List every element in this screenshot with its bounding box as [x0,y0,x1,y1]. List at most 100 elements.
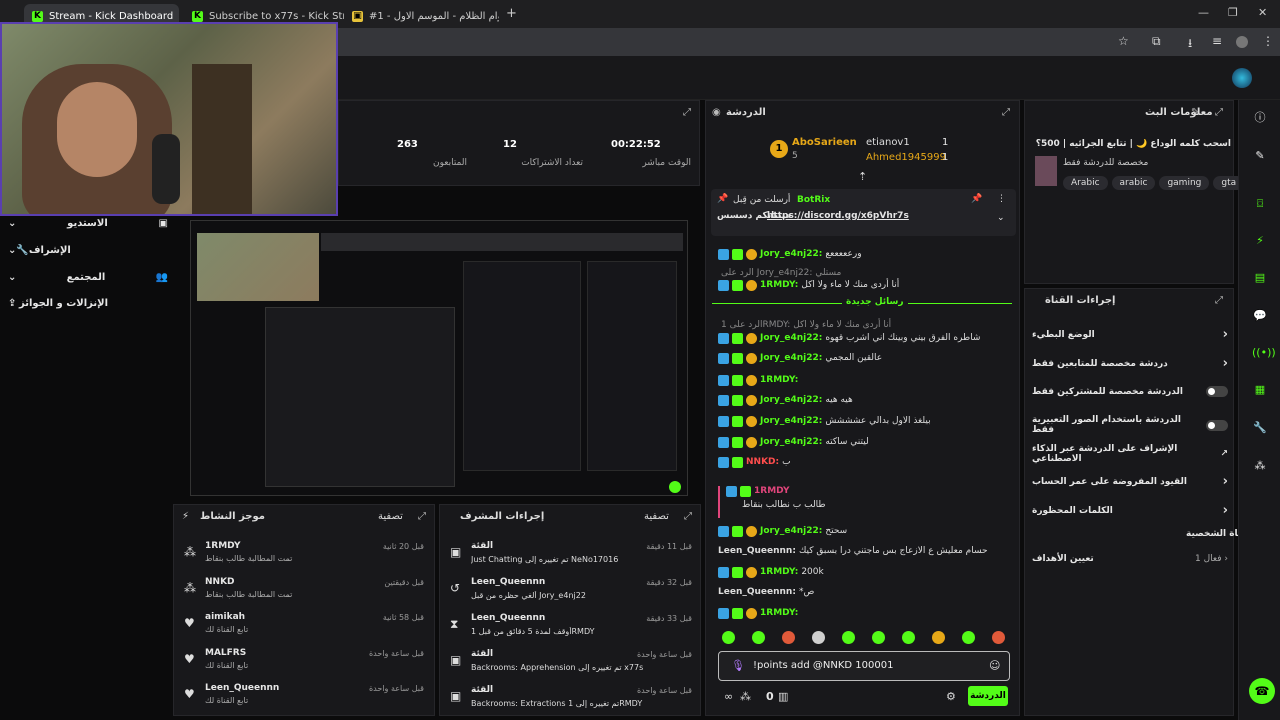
emote-icon[interactable] [752,631,765,644]
channel-action-item[interactable]: الإشراف على الدردشة عبر الذكاء الاصطناعي… [1032,444,1228,464]
chat-message[interactable]: Jory_e4nj22: ورعععععع [718,245,1018,263]
chat-message[interactable]: Leen_Queennn: *ص [718,583,1018,601]
maximize-icon[interactable]: ❐ [1228,6,1238,19]
chat-username[interactable]: 1RMDY: [760,567,798,577]
wrench-icon[interactable]: 🔧 [1252,420,1268,436]
channel-action-item[interactable]: القيود المفروضة على عمر الحساب › [1032,474,1228,489]
mod-action-user[interactable]: Leen_Queennn [471,577,545,587]
mic-icon[interactable]: 🎙 [731,659,745,672]
emote-icon[interactable] [812,631,825,644]
chat-username[interactable]: Jory_e4nj22: [760,333,822,343]
chat-input-box[interactable]: 🎙 !points add @NNKD 100001 ☺ [718,651,1010,681]
tag[interactable]: gaming [1159,176,1210,190]
chat-message[interactable]: 1RMDY: 200k [718,563,1018,581]
tab-episode[interactable]: ▣ #1 - أعوام الظلام - الموسم الاول ✕ [344,4,499,28]
sidebar-item-drops[interactable]: ⇪ الإنزالات و الجوائز [8,298,108,309]
user-avatar[interactable] [1232,68,1252,88]
emoji-icon[interactable]: ☺ [989,659,1000,672]
more-icon[interactable]: ⋮ [997,194,1006,204]
chat-username[interactable]: Jory_e4nj22: [760,416,822,426]
chevron-right-icon[interactable]: › [1223,327,1228,342]
leader-name[interactable]: AboSarieen [792,137,857,148]
leader-name[interactable]: etianov1 [866,137,910,148]
emote-icon[interactable] [962,631,975,644]
channel-action-item[interactable]: الدردشة باستخدام الصور التعبيرية فقط [1032,415,1228,435]
chat-username[interactable]: 1RMDY: [760,375,798,385]
chevron-right-icon[interactable]: › [1223,356,1228,371]
download-icon[interactable]: ⭳ [1188,34,1192,55]
activity-user[interactable]: MALFRS [205,648,246,658]
external-link-icon[interactable]: ↗ [1220,449,1228,459]
mod-action-user[interactable]: Leen_Queennn [471,613,545,623]
sidebar-item-moderation[interactable]: ⌄ 🔧 الإشراف [8,245,71,256]
chat-username[interactable]: Leen_Queennn: [718,546,796,556]
emote-icon[interactable] [992,631,1005,644]
stream-preview[interactable] [190,220,688,496]
edit-icon[interactable]: ✎ [1191,107,1199,118]
activity-user[interactable]: NNKD [205,577,235,587]
chat-message[interactable]: Leen_Queennn: حسام معليش ع الازعاج بس ماج… [718,542,1018,560]
activity-user[interactable]: Leen_Queennn [205,683,279,693]
channel-action-item[interactable]: دردشة مخصصة للمتابعين فقط › [1032,356,1228,371]
chat-message[interactable]: 1RMDY: [718,604,1018,622]
expand-icon[interactable]: ⤢ [1002,107,1010,118]
filter-button[interactable]: تصفية [644,511,669,522]
chevron-down-icon[interactable]: ⌄ [997,213,1005,223]
profile-avatar[interactable] [1236,36,1248,48]
emote-icon[interactable] [902,631,915,644]
chat-message[interactable]: Jory_e4nj22: سحتح [718,522,1018,540]
chat-message[interactable]: 1RMDY: [718,371,1018,389]
chat-message[interactable]: 1RMDY: أنا أردى منك لا ماء ولا اكل [718,276,1018,294]
chat-username[interactable]: Leen_Queennn: [718,587,796,597]
expand-icon[interactable]: ⤢ [1215,295,1223,306]
chat-username[interactable]: 1RMDY [754,486,789,496]
new-tab-icon[interactable]: + [506,6,517,21]
activity-user[interactable]: aimikah [205,612,245,622]
info-icon[interactable]: ⓘ [1252,110,1268,126]
emote-icon[interactable] [842,631,855,644]
emote-icon[interactable] [722,631,735,644]
expand-icon[interactable]: ⤢ [1215,107,1223,118]
chat-message[interactable]: Jory_e4nj22: بيلغذ الاول بدالي عشششش [718,412,1018,430]
chat-username[interactable]: Jory_e4nj22: [760,395,822,405]
pinned-author[interactable]: BotRix [797,195,830,205]
clipboard-icon[interactable]: ▤ [1252,270,1268,286]
channel-action-item[interactable]: الكلمات المحظورة › [1032,503,1228,518]
extensions-icon[interactable]: ⧉ [1152,34,1161,49]
chat-username[interactable]: NNKD: [746,457,779,467]
playlist-icon[interactable]: ≡ [1212,34,1222,48]
expand-icon[interactable]: ⤢ [683,107,691,118]
chat-username[interactable]: 1RMDY: [760,280,798,290]
gift-icon[interactable]: ▥ [778,690,788,703]
chevron-right-icon[interactable]: › [1223,474,1228,489]
chat-username[interactable]: Jory_e4nj22: [760,353,822,363]
chat-message[interactable]: Jory_e4nj22: عالقين المجمي [718,349,1018,367]
channel-action-item[interactable]: الوضع البطيء › [1032,327,1228,342]
chat-message[interactable]: 1RMDY طالب ب نطالب بنقاط [718,486,1018,518]
goals-row[interactable]: تعيين الأهداف 1 فعال › [1032,554,1228,564]
activity-user[interactable]: 1RMDY [205,541,240,551]
expand-icon[interactable]: ⤢ [418,511,426,522]
chat-message[interactable]: Jory_e4nj22: ليتني ساكته [718,433,1018,451]
support-icon[interactable]: ☎ [1249,678,1275,704]
category-name[interactable]: مخصصة للدردشة فقط [1063,158,1148,168]
expand-icon[interactable]: ⤢ [684,511,692,522]
chat-message[interactable]: Jory_e4nj22: هيه هيه [718,391,1018,409]
filter-button[interactable]: تصفية [378,511,403,522]
chat-send-button[interactable]: الدردشة [968,686,1008,706]
screenshot-icon[interactable]: ⌼ [1252,196,1268,212]
chat-bubble-icon[interactable]: 💬 [1252,308,1268,324]
pencil-icon[interactable]: ✎ [1252,148,1268,164]
toggle-switch[interactable] [1206,419,1228,431]
chat-username[interactable]: Jory_e4nj22: [760,437,822,447]
unpin-icon[interactable]: 📌 [971,194,982,204]
channel-action-item[interactable]: الدردشة مخصصة للمشتركين فقط [1032,386,1228,397]
chat-message[interactable]: Jory_e4nj22: شاطره الفرق بيني وبينك اني ا… [718,329,1018,347]
chevron-right-icon[interactable]: › [1223,503,1228,518]
mod-action-user[interactable]: القئة [471,649,493,659]
mod-action-user[interactable]: القئة [471,685,493,695]
toggle-switch[interactable] [1206,386,1228,397]
chat-username[interactable]: 1RMDY: [760,608,798,618]
community-icon[interactable]: ⁂ [1252,458,1268,474]
sidebar-item-studio[interactable]: ⌄ الاستديو ▣ [8,218,168,229]
